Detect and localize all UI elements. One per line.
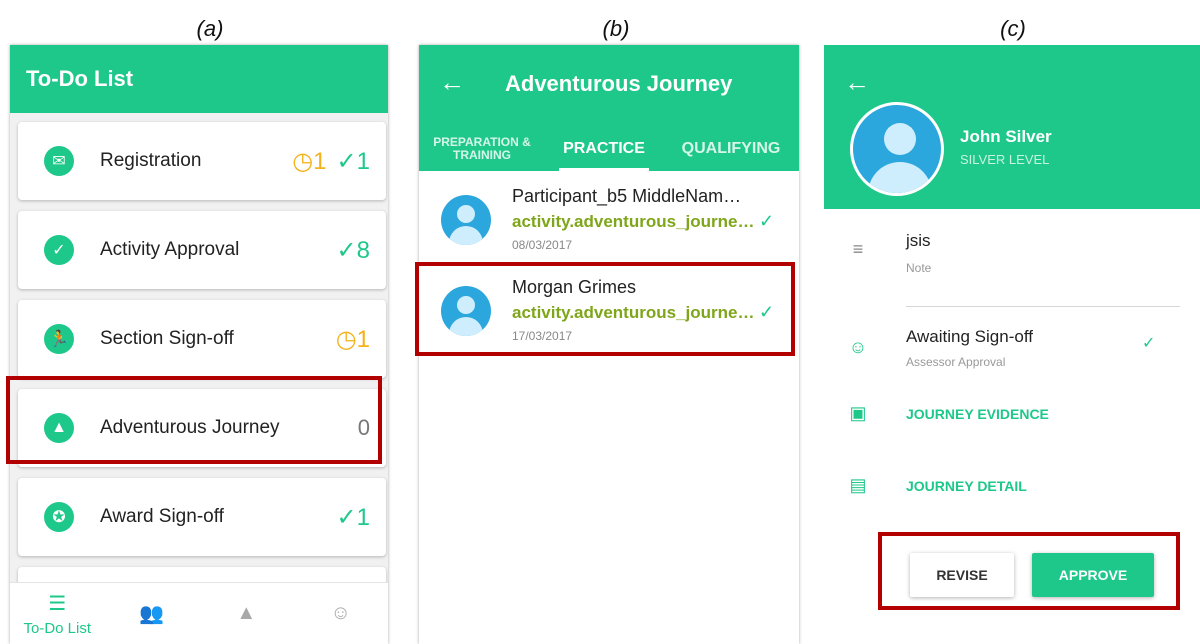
nav-profile[interactable]: ☺	[294, 602, 389, 625]
journey-evidence-link[interactable]: JOURNEY EVIDENCE	[906, 406, 1049, 422]
clock-icon: ◷	[292, 147, 314, 175]
todo-item-label: Section Sign-off	[100, 328, 234, 349]
highlight-box	[415, 262, 795, 356]
panel-label-a: (a)	[196, 16, 224, 41]
note-icon: ≡	[852, 239, 864, 259]
face-icon: ☺	[848, 337, 868, 357]
done-count: ✓8	[336, 236, 370, 264]
pending-count: ◷1	[335, 325, 370, 353]
activity-date: 08/03/2017	[512, 238, 573, 252]
panel-label-b: (b)	[602, 16, 630, 41]
nav-people[interactable]: 👥	[105, 601, 200, 626]
nav-journey[interactable]: ▲	[199, 602, 294, 625]
todo-list-screen: To-Do List ✉ Registration ◷1 ✓1 ✓ Activi…	[10, 45, 388, 644]
page-title: To-Do List	[26, 66, 134, 91]
note-row: ≡ jsis Note	[824, 231, 1200, 291]
app-bar: To-Do List	[10, 45, 388, 113]
check-icon: ✓	[336, 236, 357, 264]
clock-icon: ◷	[335, 325, 357, 353]
participant-name: Participant_b5 MiddleNam…	[512, 186, 742, 206]
runner-icon: 🏃	[44, 324, 74, 354]
check-icon: ✓	[336, 503, 357, 531]
todo-item-label: Activity Approval	[100, 239, 240, 260]
highlight-box	[878, 532, 1180, 610]
envelope-icon: ✉	[44, 146, 74, 176]
note-label: Note	[906, 261, 932, 275]
mountain-icon: ▲	[236, 602, 257, 624]
tab-preparation-training[interactable]: PREPARATION & TRAINING	[419, 127, 545, 171]
tab-practice[interactable]: PRACTICE	[545, 127, 663, 171]
journey-evidence-row[interactable]: ▣ JOURNEY EVIDENCE	[824, 403, 1200, 433]
status-label: Assessor Approval	[906, 355, 1006, 369]
list-item[interactable]: Participant_b5 MiddleNam… activity.adven…	[419, 181, 799, 271]
people-icon: 👥	[139, 603, 165, 625]
todo-item-registration[interactable]: ✉ Registration ◷1 ✓1	[18, 122, 386, 200]
done-count: ✓1	[336, 503, 370, 531]
check-icon: ✓	[759, 211, 775, 231]
back-arrow-icon[interactable]: ←	[844, 67, 870, 98]
note-text: jsis	[906, 231, 931, 250]
tab-qualifying[interactable]: QUALIFYING	[663, 127, 799, 171]
avatar	[850, 102, 944, 196]
nav-todo-list[interactable]: ☰ To-Do List	[10, 591, 105, 637]
checklist-icon: ☰	[48, 592, 67, 615]
tab-bar: PREPARATION & TRAINING PRACTICE QUALIFYI…	[419, 127, 799, 171]
face-icon: ☺	[330, 602, 351, 624]
photo-library-icon: ▣	[849, 403, 867, 423]
todo-item-label: Registration	[100, 150, 202, 171]
page-title: Adventurous Journey	[505, 71, 733, 96]
app-bar: ← Adventurous Journey PREPARATION & TRAI…	[419, 45, 799, 171]
participant-name: John Silver	[960, 127, 1052, 146]
profile-header: ← John Silver SILVER LEVEL	[824, 45, 1200, 209]
bottom-nav: ☰ To-Do List 👥 ▲ ☺	[10, 582, 388, 644]
check-icon: ✓	[1142, 335, 1156, 352]
journey-detail-link[interactable]: JOURNEY DETAIL	[906, 478, 1027, 494]
nav-todo-label: To-Do List	[23, 619, 92, 637]
check-circle-icon: ✓	[44, 235, 74, 265]
todo-item-section-signoff[interactable]: 🏃 Section Sign-off ◷1	[18, 300, 386, 378]
divider	[906, 306, 1180, 307]
back-arrow-icon[interactable]: ←	[439, 67, 465, 98]
panel-label-c: (c)	[1000, 16, 1026, 41]
check-icon: ✓	[336, 147, 357, 175]
todo-item-activity-approval[interactable]: ✓ Activity Approval ✓8	[18, 211, 386, 289]
activity-name: activity.adventurous_journe…	[512, 212, 755, 231]
status-text: Awaiting Sign-off	[906, 327, 1033, 346]
status-row: ☺ Awaiting Sign-off Assessor Approval ✓	[824, 327, 1200, 387]
participant-level: SILVER LEVEL	[960, 152, 1050, 167]
highlight-box	[6, 376, 382, 464]
done-count: ✓1	[336, 147, 370, 175]
journey-detail-row[interactable]: ▤ JOURNEY DETAIL	[824, 475, 1200, 505]
award-icon: ✪	[44, 502, 74, 532]
avatar	[441, 195, 491, 245]
pending-count: ◷1	[292, 147, 327, 175]
todo-item-award-signoff[interactable]: ✪ Award Sign-off ✓1	[18, 478, 386, 556]
document-icon: ▤	[849, 475, 867, 495]
todo-item-label: Award Sign-off	[100, 506, 224, 527]
